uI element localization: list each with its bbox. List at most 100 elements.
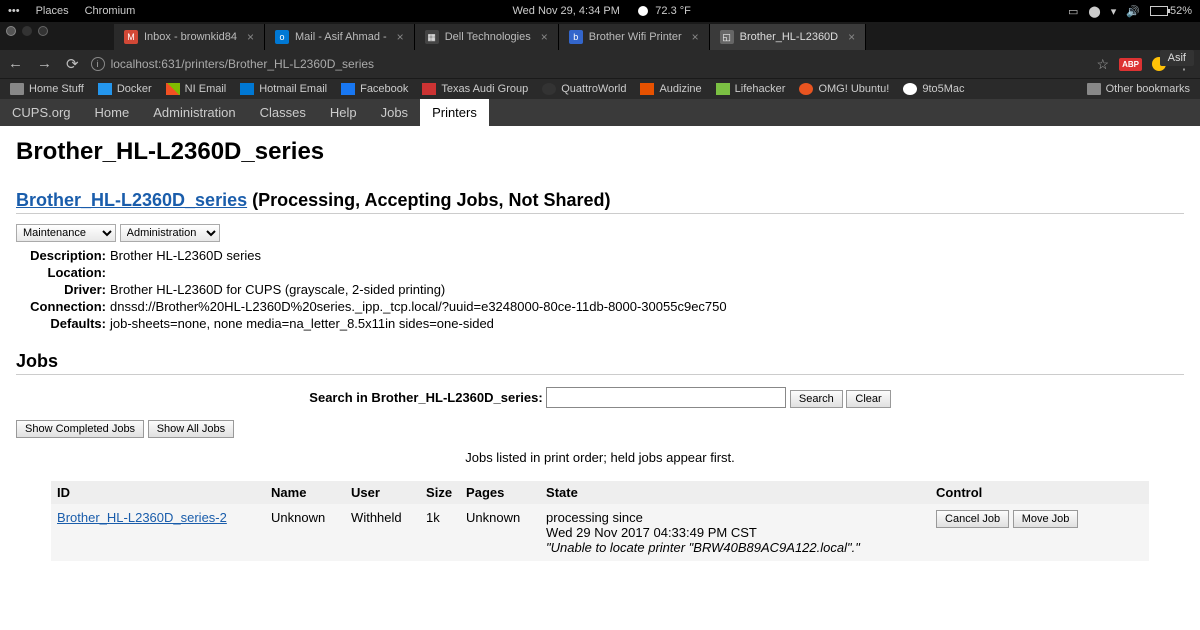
header-pages: Pages [466,485,546,500]
bookmark-label: NI Email [185,83,227,95]
nav-jobs[interactable]: Jobs [369,99,420,126]
back-button[interactable]: ← [8,55,23,73]
tab-gmail[interactable]: M Inbox - brownkid84 × [114,24,265,50]
wifi-icon[interactable]: ▾ [1111,5,1117,18]
url-field[interactable]: i localhost:631/printers/Brother_HL-L236… [91,57,1085,71]
nav-help[interactable]: Help [318,99,369,126]
ms-icon [166,83,180,95]
move-job-button[interactable]: Move Job [1013,510,1079,528]
url-text: localhost:631/printers/Brother_HL-L2360D… [111,57,374,71]
other-bookmarks[interactable]: Other bookmarks [1087,83,1190,95]
nav-printers[interactable]: Printers [420,99,489,126]
header-id: ID [51,485,271,500]
places-menu[interactable]: Places [36,5,69,17]
driver-value: Brother HL-L2360D for CUPS (grayscale, 2… [110,282,445,297]
site-icon [799,83,813,95]
nav-cups-org[interactable]: CUPS.org [0,99,83,126]
job-id-link[interactable]: Brother_HL-L2360D_series-2 [51,510,271,525]
close-icon[interactable]: × [848,30,855,44]
search-label: Search in Brother_HL-L2360D_series: [309,390,542,405]
close-icon[interactable]: × [541,30,548,44]
folder-icon [1087,83,1101,95]
window-min-icon[interactable] [22,26,32,36]
description-label: Description: [16,248,106,263]
forward-button[interactable]: → [37,55,52,73]
brother-icon: b [569,30,583,44]
description-value: Brother HL-L2360D series [110,248,261,263]
close-icon[interactable]: × [247,30,254,44]
app-name[interactable]: Chromium [85,5,136,17]
clear-button[interactable]: Clear [846,390,890,408]
facebook-icon [341,83,355,95]
administration-select[interactable]: Administration [120,224,220,242]
bookmark-lifehacker[interactable]: Lifehacker [716,83,786,95]
tab-label: Dell Technologies [445,31,531,43]
printer-properties: Description: Brother HL-L2360D series Loc… [16,248,1184,331]
job-name: Unknown [271,510,351,525]
bookmark-label: Home Stuff [29,83,84,95]
show-completed-button[interactable]: Show Completed Jobs [16,420,144,438]
table-row: Brother_HL-L2360D_series-2 Unknown Withh… [51,504,1149,561]
header-name: Name [271,485,351,500]
tab-label: Brother Wifi Printer [589,31,682,43]
window-max-icon[interactable] [38,26,48,36]
bookmark-home-stuff[interactable]: Home Stuff [10,83,84,95]
bookmark-hotmail[interactable]: Hotmail Email [240,83,327,95]
tray-icon[interactable]: ▭ [1068,5,1078,18]
battery-indicator[interactable]: 52% [1150,5,1192,17]
bookmark-docker[interactable]: Docker [98,83,152,95]
reload-button[interactable]: ⟳ [66,55,79,73]
bookmark-omg-ubuntu[interactable]: OMG! Ubuntu! [799,83,889,95]
bookmark-facebook[interactable]: Facebook [341,83,408,95]
bookmark-quattroworld[interactable]: QuattroWorld [542,83,626,95]
job-state-error: "Unable to locate printer "BRW40B89AC9A1… [546,540,936,555]
table-header: ID Name User Size Pages State Control [51,481,1149,504]
bookmark-texas-audi[interactable]: Texas Audi Group [422,83,528,95]
volume-icon[interactable]: 🔊 [1126,5,1140,18]
bookmark-audizine[interactable]: Audizine [640,83,701,95]
connection-value: dnssd://Brother%20HL-L2360D%20series._ip… [110,299,727,314]
location-label: Location: [16,265,106,280]
tab-label: Inbox - brownkid84 [144,31,237,43]
battery-percent: 52% [1170,5,1192,17]
printer-status: (Processing, Accepting Jobs, Not Shared) [252,190,610,210]
printer-link[interactable]: Brother_HL-L2360D_series [16,190,247,210]
nav-classes[interactable]: Classes [248,99,318,126]
driver-label: Driver: [16,282,106,297]
search-button[interactable]: Search [790,390,843,408]
site-info-icon[interactable]: i [91,57,105,71]
adblock-icon[interactable]: ABP [1119,58,1142,71]
battery-icon [1150,6,1168,16]
maintenance-select[interactable]: Maintenance [16,224,116,242]
bookmark-9to5mac[interactable]: 9to5Mac [903,83,964,95]
nav-administration[interactable]: Administration [141,99,247,126]
job-state: processing since Wed 29 Nov 2017 04:33:4… [546,510,936,555]
dell-icon: ▦ [425,30,439,44]
connection-label: Connection: [16,299,106,314]
defaults-label: Defaults: [16,316,106,331]
tab-label: Brother_HL-L2360D [740,31,838,43]
bookmark-label: OMG! Ubuntu! [818,83,889,95]
gmail-icon: M [124,30,138,44]
page-content: Brother_HL-L2360D_series Brother_HL-L236… [0,126,1200,573]
tab-dell[interactable]: ▦ Dell Technologies × [415,24,559,50]
cancel-job-button[interactable]: Cancel Job [936,510,1009,528]
window-close-icon[interactable] [6,26,16,36]
close-icon[interactable]: × [397,30,404,44]
close-icon[interactable]: × [692,30,699,44]
tray-icon[interactable]: ⬤ [1088,5,1100,18]
show-all-button[interactable]: Show All Jobs [148,420,234,438]
bookmark-star-icon[interactable]: ☆ [1097,56,1110,73]
tab-cups-printer[interactable]: ◱Brother_HL-L2360D× [710,24,866,50]
search-input[interactable] [546,387,786,408]
jobs-table: ID Name User Size Pages State Control Br… [51,481,1149,561]
site-icon [640,83,654,95]
user-badge[interactable]: Asif [1160,50,1194,66]
nav-home[interactable]: Home [83,99,142,126]
bookmark-ni-email[interactable]: NI Email [166,83,227,95]
site-icon [716,83,730,95]
header-size: Size [426,485,466,500]
tab-brother-wifi[interactable]: b Brother Wifi Printer × [559,24,710,50]
dots-icon[interactable]: ••• [8,5,20,17]
tab-outlook[interactable]: oMail - Asif Ahmad -× [265,24,415,50]
